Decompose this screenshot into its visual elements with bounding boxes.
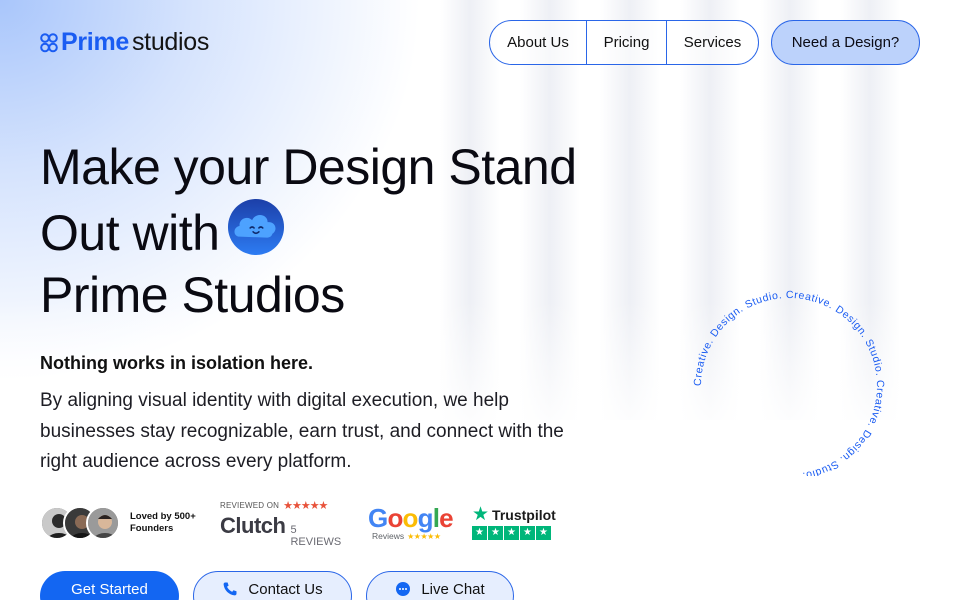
- main-nav: About Us Pricing Services: [489, 20, 759, 65]
- hero-title-line-1: Make your Design Stand: [40, 139, 577, 195]
- hero-tagline: Nothing works in isolation here.: [40, 353, 314, 373]
- smiling-cloud-icon: [228, 198, 285, 256]
- contact-us-label: Contact Us: [248, 580, 323, 598]
- trustpilot-star: ★: [472, 525, 487, 540]
- google-logo-text: Google: [368, 503, 454, 533]
- trustpilot-star-icon: ★: [472, 503, 490, 525]
- trustpilot-star: ★: [536, 525, 551, 540]
- phone-icon: [223, 582, 237, 596]
- social-proof-row: Loved by 500+ Founders REVIEWED ON ★★★★★…: [40, 500, 556, 548]
- google-reviews-badge[interactable]: Google Reviews ★★★★★: [368, 503, 454, 541]
- google-reviews-label: Reviews: [372, 531, 405, 541]
- ring-text: Creative. Design. Studio. Creative. Desi…: [692, 289, 886, 476]
- get-started-label: Get Started: [71, 580, 148, 598]
- clutch-badge[interactable]: REVIEWED ON ★★★★★ Clutch 5 REVIEWS: [220, 499, 342, 548]
- trustpilot-star: ★: [520, 525, 535, 540]
- trustpilot-stars: ★ ★ ★ ★ ★: [472, 525, 552, 540]
- nav-about-us[interactable]: About Us: [490, 21, 587, 64]
- founder-avatars: [40, 506, 120, 540]
- hero-title: Make your Design Stand Out with Prime St…: [40, 136, 577, 326]
- trustpilot-star: ★: [504, 525, 519, 540]
- get-started-button[interactable]: Get Started: [40, 571, 179, 600]
- need-design-button[interactable]: Need a Design?: [771, 20, 920, 65]
- brand-logo[interactable]: Prime studios: [40, 28, 209, 57]
- live-chat-button[interactable]: Live Chat: [366, 571, 514, 600]
- hero-title-line-3: Prime Studios: [40, 267, 345, 323]
- logo-mark-icon: [40, 32, 58, 52]
- trustpilot-name: Trustpilot: [492, 506, 556, 523]
- brand-name-light: studios: [131, 28, 210, 56]
- google-stars: ★★★★★: [407, 531, 441, 541]
- loved-by-text: Loved by 500+ Founders: [130, 511, 196, 534]
- nav-services[interactable]: Services: [667, 21, 758, 64]
- clutch-reviewed-on: REVIEWED ON: [220, 500, 280, 510]
- chat-bubble-icon: [396, 582, 411, 596]
- contact-us-button[interactable]: Contact Us: [193, 571, 352, 600]
- hero-title-line-2: Out with: [40, 205, 220, 261]
- trustpilot-star: ★: [488, 525, 503, 540]
- clutch-logo-text: Clutch: [220, 512, 286, 538]
- rotating-text-ring: Creative. Design. Studio. Creative. Desi…: [692, 289, 886, 476]
- live-chat-label: Live Chat: [421, 580, 485, 598]
- brand-name-bold: Prime: [61, 28, 129, 56]
- hero-description: By aligning visual identity with digital…: [40, 390, 564, 472]
- clutch-review-count: 5 REVIEWS: [290, 523, 342, 548]
- nav-pricing[interactable]: Pricing: [587, 21, 667, 64]
- trustpilot-badge[interactable]: ★ Trustpilot ★ ★ ★ ★ ★: [472, 503, 556, 540]
- avatar: [86, 506, 120, 540]
- clutch-stars: ★★★★★: [283, 499, 328, 512]
